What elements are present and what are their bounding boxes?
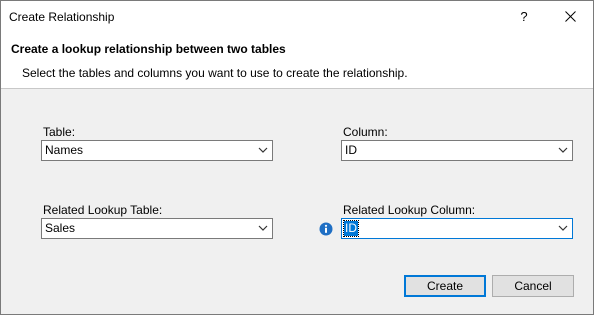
related-column-dropdown-value: ID [343, 220, 359, 237]
window-title: Create Relationship [9, 10, 115, 24]
info-icon[interactable] [319, 222, 333, 236]
chevron-down-icon [258, 225, 268, 231]
related-table-label: Related Lookup Table: [43, 203, 163, 217]
create-relationship-dialog: Create Relationship ? Create a lookup re… [0, 0, 594, 315]
chevron-down-icon [558, 147, 568, 153]
chevron-down-icon [258, 147, 268, 153]
header-subtitle: Select the tables and columns you want t… [22, 66, 408, 80]
related-column-dropdown[interactable]: ID [341, 218, 573, 239]
table-dropdown-value: Names [45, 143, 84, 157]
column-label: Column: [343, 125, 388, 139]
related-table-dropdown-value: Sales [45, 221, 76, 235]
title-bar: Create Relationship ? [1, 1, 593, 32]
header-panel: Create a lookup relationship between two… [1, 32, 593, 89]
column-dropdown[interactable]: ID [341, 140, 573, 161]
header-title: Create a lookup relationship between two… [11, 42, 286, 56]
table-dropdown[interactable]: Names [41, 140, 273, 161]
column-dropdown-value: ID [345, 143, 357, 157]
close-button[interactable] [555, 1, 587, 32]
related-column-label: Related Lookup Column: [343, 203, 476, 217]
create-button[interactable]: Create [404, 275, 486, 297]
chevron-down-icon [558, 225, 568, 231]
close-icon [565, 11, 576, 22]
cancel-button[interactable]: Cancel [492, 275, 574, 297]
related-table-dropdown[interactable]: Sales [41, 218, 273, 239]
table-label: Table: [43, 125, 76, 139]
help-button[interactable]: ? [509, 1, 539, 32]
